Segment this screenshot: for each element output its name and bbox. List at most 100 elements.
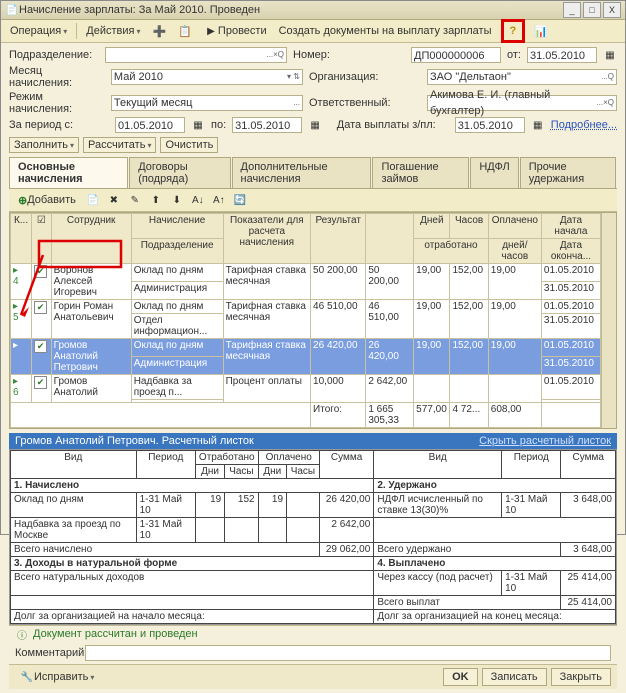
col-result[interactable]: Результат xyxy=(311,214,366,264)
save-button[interactable]: Записать xyxy=(482,668,547,686)
down-icon[interactable]: ⬇ xyxy=(168,191,186,209)
col-date-start[interactable]: Дата начала xyxy=(541,214,600,239)
sort-asc-icon[interactable]: A↓ xyxy=(189,191,207,209)
comment-label: Комментарий: xyxy=(15,647,85,659)
tab-loans[interactable]: Погашение займов xyxy=(372,157,469,188)
new-icon[interactable]: ➕ xyxy=(148,23,172,40)
tab-main-accruals[interactable]: Основные начисления xyxy=(9,157,128,188)
payslip-header: Громов Анатолий Петрович. Расчетный лист… xyxy=(9,433,617,449)
minimize-button[interactable]: _ xyxy=(563,2,581,18)
wrench-icon: 🔧 xyxy=(20,670,34,684)
status-text: Документ рассчитан и проведен xyxy=(33,628,198,640)
comment-field[interactable] xyxy=(85,645,611,661)
mode-field[interactable]: Текущий месяц... xyxy=(111,95,303,111)
calendar-icon[interactable]: ▦ xyxy=(603,48,617,62)
period-label: За период с: xyxy=(9,119,109,131)
table-row[interactable]: ▸✔Громов Анатолий ПетровичОклад по днямТ… xyxy=(11,339,601,357)
month-field[interactable]: Май 2010▾ ⇅ xyxy=(111,69,303,85)
col-paid[interactable]: Оплачено xyxy=(488,214,541,239)
org-field[interactable]: ЗАО "Дельтаон"...Q xyxy=(427,69,617,85)
table-row[interactable]: ▸4✔Воронов Алексей ИгоревичОклад по дням… xyxy=(11,264,601,282)
hide-payslip-link[interactable]: Скрыть расчетный листок xyxy=(479,435,611,447)
from-label: от: xyxy=(507,49,521,61)
edit-icon[interactable]: ✎ xyxy=(126,191,144,209)
payslip: Вид Период Отработано Оплачено Сумма Вид… xyxy=(9,449,617,625)
number-label: Номер: xyxy=(293,49,405,61)
calendar-icon[interactable]: ▦ xyxy=(308,118,322,132)
subdiv-field[interactable]: ...×Q xyxy=(105,47,287,63)
col-k[interactable]: К... xyxy=(11,214,32,264)
help-button[interactable]: ? xyxy=(505,23,522,39)
period-from-field[interactable]: 01.05.2010 xyxy=(115,117,185,133)
delete-icon[interactable]: ✖ xyxy=(105,191,123,209)
number-field[interactable]: ДП000000006 xyxy=(411,47,501,63)
month-label: Месяц начисления: xyxy=(9,65,105,89)
status-bar: ⓘ Документ рассчитан и проведен xyxy=(9,625,617,642)
table-row[interactable]: ▸5✔Горин Роман АнатольевичОклад по днямТ… xyxy=(11,300,601,314)
totals-hours: 4 72... xyxy=(450,403,488,428)
period-to-field[interactable]: 31.05.2010 xyxy=(232,117,302,133)
tab-additional[interactable]: Дополнительные начисления xyxy=(232,157,372,188)
org-label: Организация: xyxy=(309,71,421,83)
paydate-label: Дата выплаты з/пл: xyxy=(337,119,449,131)
insert-icon[interactable]: 📄 xyxy=(84,191,102,209)
report-icon[interactable]: 📊 xyxy=(529,23,553,40)
col-hours[interactable]: Часов xyxy=(450,214,488,239)
responsible-field[interactable]: Акимова Е. И. (главный бухгалтер)...×Q xyxy=(427,95,617,111)
header-form: Подразделение: ...×Q Номер: ДП000000006 … xyxy=(1,43,625,693)
bottom-bar: 🔧Исправить OK Записать Закрыть xyxy=(9,664,617,689)
totals-days: 577,00 xyxy=(414,403,450,428)
tab-contracts[interactable]: Договоры (подряда) xyxy=(129,157,230,188)
help-highlight: ? xyxy=(501,19,526,43)
date-field[interactable]: 31.05.2010 xyxy=(527,47,597,63)
col-cb[interactable]: ☑ xyxy=(32,214,52,264)
table-row[interactable]: ▸6✔Громов АнатолийНадбавка за проезд п..… xyxy=(11,375,601,400)
post-icon: ▶ xyxy=(204,24,218,38)
window-title: Начисление зарплаты: За Май 2010. Провед… xyxy=(19,4,561,16)
add-row-button[interactable]: ⊕ Добавить xyxy=(13,192,81,209)
calendar-icon[interactable]: ▦ xyxy=(191,118,205,132)
maximize-button[interactable]: □ xyxy=(583,2,601,18)
clear-button[interactable]: Очистить xyxy=(160,137,218,153)
totals-sum: 1 665 305,33 xyxy=(366,403,414,428)
col-accrual[interactable]: Начисление xyxy=(131,214,223,239)
calendar-icon[interactable]: ▦ xyxy=(531,118,545,132)
up-icon[interactable]: ⬆ xyxy=(147,191,165,209)
tabs: Основные начисления Договоры (подряда) Д… xyxy=(9,157,617,189)
close-button[interactable]: X xyxy=(603,2,621,18)
col-sub[interactable]: Подразделение xyxy=(131,239,223,264)
grid-scrollbar[interactable] xyxy=(601,213,616,428)
col-indicators[interactable]: Показатели для расчета начисления xyxy=(223,214,310,264)
fix-button[interactable]: 🔧Исправить xyxy=(15,668,99,686)
info-icon: ⓘ xyxy=(15,627,29,641)
post-button[interactable]: ▶Провести xyxy=(199,22,272,40)
doc-icon: 📄 xyxy=(5,3,19,17)
tab-ndfl[interactable]: НДФЛ xyxy=(470,157,518,188)
col-days[interactable]: Дней xyxy=(414,214,450,239)
totals-paid: 608,00 xyxy=(488,403,541,428)
create-payout-docs-button[interactable]: Создать документы на выплату зарплаты xyxy=(274,23,497,39)
operation-menu[interactable]: Операция xyxy=(5,23,72,39)
responsible-label: Ответственный: xyxy=(309,97,421,109)
actions-menu[interactable]: Действия xyxy=(81,23,145,39)
accruals-grid: К... ☑ Сотрудник Начисление Показатели д… xyxy=(9,212,617,429)
titlebar: 📄 Начисление зарплаты: За Май 2010. Пров… xyxy=(1,1,625,20)
fill-button[interactable]: Заполнить xyxy=(9,137,79,153)
main-toolbar: Операция Действия ➕ 📋 ▶Провести Создать … xyxy=(1,20,625,43)
col-date-end[interactable]: Дата оконча... xyxy=(541,239,600,264)
tab-other[interactable]: Прочие удержания xyxy=(520,157,616,188)
col-employee[interactable]: Сотрудник xyxy=(51,214,131,264)
sort-desc-icon[interactable]: A↑ xyxy=(210,191,228,209)
refresh-icon[interactable]: 🔄 xyxy=(231,191,249,209)
copy-icon[interactable]: 📋 xyxy=(173,23,197,40)
ok-button[interactable]: OK xyxy=(443,668,478,686)
col-days-sub: отработано xyxy=(414,239,489,264)
col-paid-sub: дней/часов xyxy=(488,239,541,264)
calc-button[interactable]: Рассчитать xyxy=(83,137,156,153)
totals-label: Итого: xyxy=(311,403,366,428)
subdiv-label: Подразделение: xyxy=(9,49,99,61)
paydate-field[interactable]: 31.05.2010 xyxy=(455,117,525,133)
more-link[interactable]: Подробнее... xyxy=(551,119,617,131)
cancel-button[interactable]: Закрыть xyxy=(551,668,611,686)
col-result2[interactable] xyxy=(366,214,414,264)
